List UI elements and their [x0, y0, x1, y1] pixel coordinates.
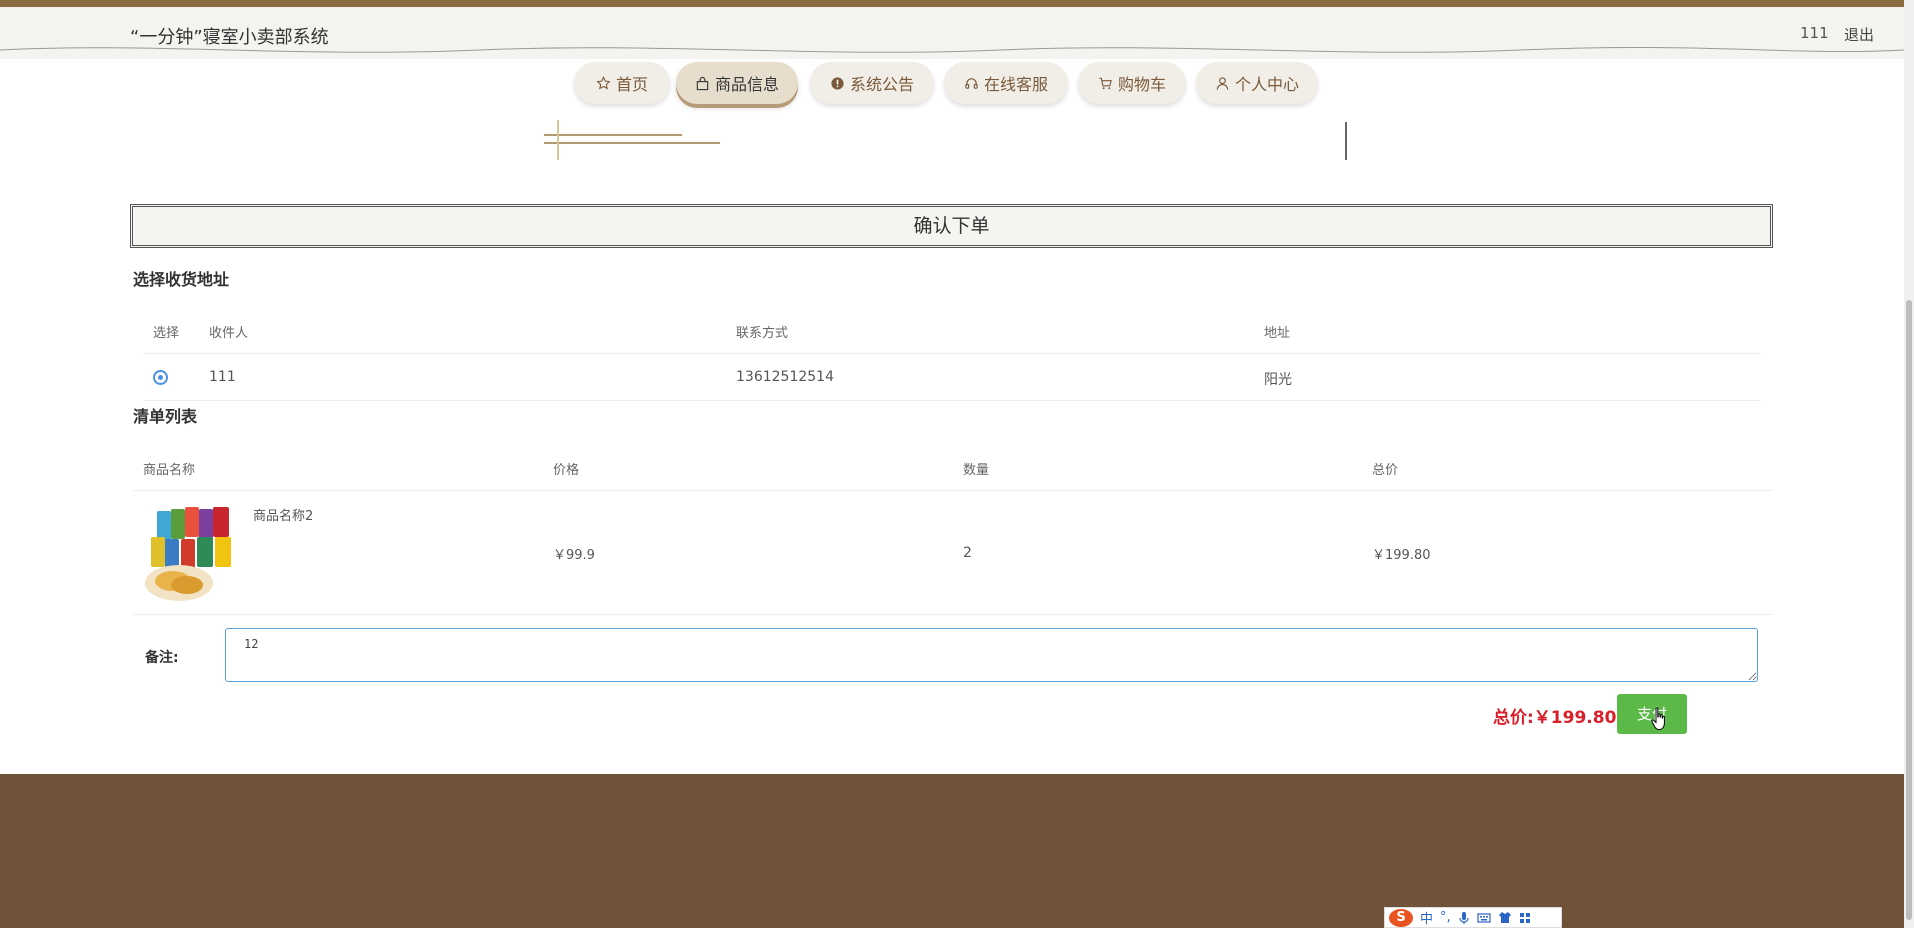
logout-link[interactable]: 退出 [1844, 24, 1874, 45]
note-input[interactable]: 12 [225, 628, 1758, 682]
order-list-title: 清单列表 [133, 407, 198, 426]
product-quantity: 2 [963, 545, 972, 561]
nav-cart[interactable]: 购物车 [1078, 62, 1186, 104]
app-title: “一分钟”寝室小卖部系统 [130, 27, 329, 48]
table-divider [133, 490, 1773, 491]
product-name: 商品名称2 [253, 509, 314, 524]
nav-personal-center[interactable]: 个人中心 [1196, 62, 1318, 104]
address-header-address: 地址 [1264, 326, 1291, 341]
nav-home-label: 首页 [615, 75, 648, 94]
sogou-logo-icon: S [1389, 908, 1413, 927]
table-divider [133, 614, 1773, 615]
list-header-total: 总价 [1372, 463, 1399, 478]
address-phone: 13612512514 [736, 369, 834, 385]
keyboard-icon[interactable] [1477, 912, 1491, 924]
nav-home[interactable]: 首页 [574, 62, 670, 104]
ime-punct[interactable]: °, [1440, 910, 1451, 925]
microphone-icon[interactable] [1458, 911, 1470, 925]
ime-mode[interactable]: 中 [1420, 908, 1433, 927]
decorative-line [544, 134, 682, 136]
footer [0, 774, 1904, 928]
address-header-phone: 联系方式 [736, 326, 789, 341]
note-label: 备注: [145, 650, 179, 666]
list-header-price: 价格 [553, 463, 580, 478]
user-icon [1216, 76, 1229, 90]
toolbox-grid-icon[interactable] [1519, 912, 1531, 924]
nav-products[interactable]: 商品信息 [676, 62, 798, 104]
address-radio[interactable] [153, 370, 168, 385]
product-price: ￥99.9 [553, 548, 595, 563]
decorative-line [557, 120, 559, 160]
hand-cursor-icon [1651, 707, 1665, 730]
table-divider [143, 400, 1761, 401]
scrollbar-thumb[interactable] [1906, 300, 1912, 920]
nav-cart-label: 购物车 [1117, 75, 1166, 94]
nav-products-label: 商品信息 [714, 75, 779, 94]
alert-icon [831, 76, 844, 90]
nav-online-service-label: 在线客服 [983, 75, 1048, 94]
nav-online-service[interactable]: 在线客服 [944, 62, 1068, 104]
nav-announcements-label: 系统公告 [849, 75, 914, 94]
bag-icon [696, 76, 709, 90]
top-accent-stripe [0, 0, 1904, 7]
decorative-line [544, 142, 720, 144]
nav-announcements[interactable]: 系统公告 [810, 62, 934, 104]
table-divider [143, 353, 1761, 354]
product-image [143, 505, 243, 603]
ime-toolbar[interactable]: S 中 °, [1384, 907, 1562, 928]
confirm-order-title: 确认下单 [130, 204, 1773, 248]
total-price: 总价:￥199.80 [1493, 708, 1617, 728]
address-section-title: 选择收货地址 [133, 270, 230, 289]
list-header-name: 商品名称 [143, 463, 196, 478]
decorative-divider [1345, 122, 1347, 160]
product-total: ￥199.80 [1372, 548, 1431, 563]
skin-shirt-icon[interactable] [1498, 911, 1512, 924]
star-icon [596, 75, 611, 90]
address-recipient: 111 [209, 369, 236, 385]
cart-icon [1099, 77, 1112, 89]
headset-icon [965, 77, 978, 89]
list-header-quantity: 数量 [963, 463, 990, 478]
address-address: 阳光 [1264, 372, 1292, 388]
user-name[interactable]: 111 [1800, 24, 1829, 42]
address-header-select: 选择 [153, 326, 180, 341]
address-header-recipient: 收件人 [209, 326, 249, 341]
nav-personal-center-label: 个人中心 [1234, 75, 1299, 94]
